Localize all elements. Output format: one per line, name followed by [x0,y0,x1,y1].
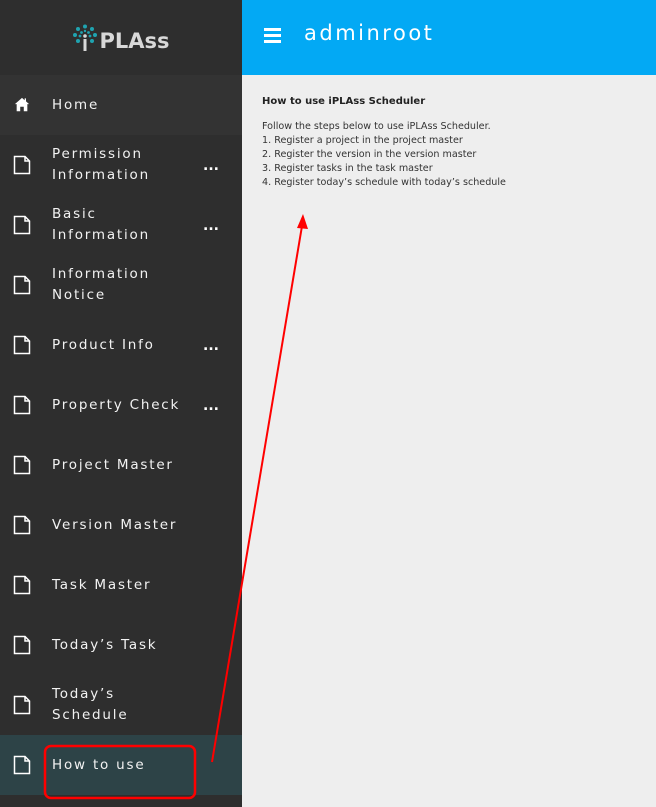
step-3-text: 3. Register tasks in the task master [262,163,433,174]
document-icon [13,575,31,595]
sidebar-item-home[interactable]: Home [0,75,242,135]
document-icon [13,515,31,535]
document-icon [13,215,31,235]
document-icon [13,695,31,715]
document-icon [13,455,31,475]
sidebar-item-permission-information[interactable]: Permission Information ... [0,135,242,195]
intro-text: Follow the steps below to use iPLAss Sch… [262,121,491,132]
sidebar-item-todays-schedule[interactable]: Today’s Schedule [0,675,242,735]
sidebar-item-todays-task[interactable]: Today’s Task [0,615,242,675]
sidebar-item-label: Permission Information [52,146,150,183]
sidebar-item-how-to-use[interactable]: How to use [0,735,242,795]
sidebar-item-label: Today’s Task [52,636,158,653]
sidebar-item-label: How to use [52,756,146,773]
main-content: How to use iPLAss Scheduler Follow the s… [262,96,506,190]
sidebar-item-label: Project Master [52,456,174,473]
document-icon [13,395,31,415]
step-2-text: 2. Register the version in the version m… [262,149,477,160]
sidebar-item-label: Home [52,96,100,113]
iplass-logo[interactable]: PLAss [72,24,170,53]
sidebar-item-label: Today’s Schedule [52,686,129,723]
header-title: adminroot [304,21,435,45]
sidebar-item-label: Property Check [52,396,181,413]
home-icon [14,97,30,112]
sidebar-item-property-check[interactable]: Property Check ... [0,375,242,435]
top-header: adminroot [242,0,656,75]
more-options-icon[interactable]: ... [203,159,219,173]
sidebar-item-label: Basic Information [52,206,150,243]
sidebar: PLAss Home Permission Information ... Ba… [0,0,242,807]
page-heading: How to use iPLAss Scheduler [262,96,426,107]
sidebar-item-task-master[interactable]: Task Master [0,555,242,615]
step-1-text: 1. Register a project in the project mas… [262,135,463,146]
sidebar-item-label: Product Info [52,336,155,353]
document-icon [13,755,31,775]
logo-text: PLAss [99,28,170,53]
more-options-icon[interactable]: ... [203,399,219,413]
logo-mark-icon [73,24,98,51]
sidebar-item-product-info[interactable]: Product Info ... [0,315,242,375]
hamburger-icon[interactable] [264,28,281,43]
sidebar-item-label: Information Notice [52,266,150,303]
sidebar-item-label: Version Master [52,516,178,533]
annotation-arrow-head [297,214,308,229]
sidebar-item-basic-information[interactable]: Basic Information ... [0,195,242,255]
step-4-text: 4. Register today’s schedule with today’… [262,177,506,188]
sidebar-item-information-notice[interactable]: Information Notice [0,255,242,315]
sidebar-item-version-master[interactable]: Version Master [0,495,242,555]
document-icon [13,275,31,295]
more-options-icon[interactable]: ... [203,219,219,233]
document-icon [13,635,31,655]
logo-area: PLAss [0,0,242,75]
sidebar-nav: Home Permission Information ... Basic In… [0,75,242,795]
document-icon [13,155,31,175]
document-icon [13,335,31,355]
sidebar-item-project-master[interactable]: Project Master [0,435,242,495]
more-options-icon[interactable]: ... [203,339,219,353]
sidebar-item-label: Task Master [52,576,152,593]
